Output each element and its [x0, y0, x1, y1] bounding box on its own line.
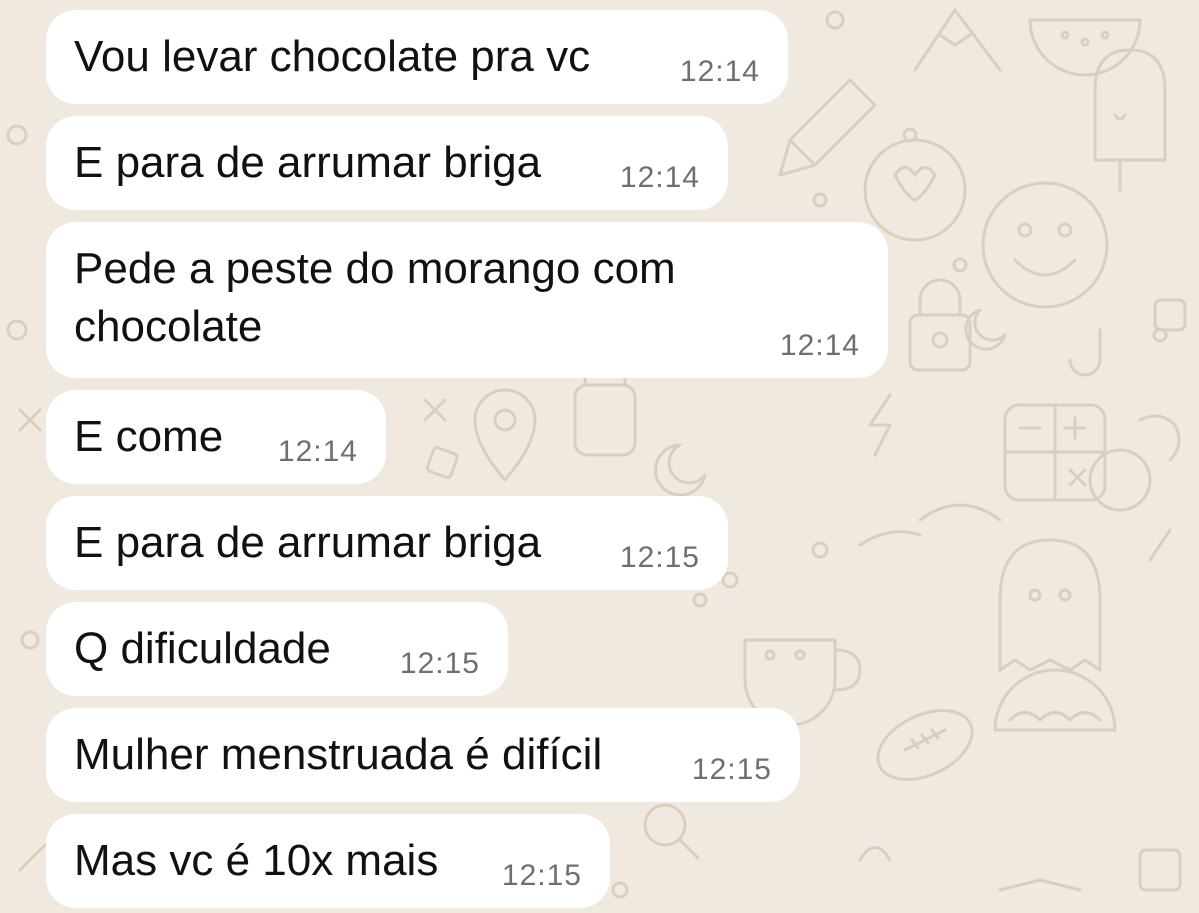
message-bubble[interactable]: E para de arrumar briga 12:14 — [46, 116, 728, 210]
message-bubble[interactable]: Mas vc é 10x mais 12:15 — [46, 814, 610, 908]
message-bubble[interactable]: E para de arrumar briga 12:15 — [46, 496, 728, 590]
message-bubble[interactable]: Pede a peste do morango com chocolate 12… — [46, 222, 888, 378]
message-bubble[interactable]: Mulher menstruada é difícil 12:15 — [46, 708, 800, 802]
message-text: Mulher menstruada é difícil — [74, 730, 603, 779]
message-text: Pede a peste do morango com chocolate — [74, 244, 676, 351]
message-time: 12:15 — [691, 753, 772, 786]
message-time: 12:15 — [619, 541, 700, 574]
message-time: 12:15 — [399, 647, 480, 680]
message-bubble[interactable]: E come 12:14 — [46, 390, 386, 484]
message-time: 12:14 — [779, 329, 860, 362]
message-time: 12:15 — [501, 859, 582, 892]
message-time: 12:14 — [619, 161, 700, 194]
message-bubble[interactable]: Vou levar chocolate pra vc 12:14 — [46, 10, 788, 104]
message-time: 12:14 — [679, 55, 760, 88]
message-text: Vou levar chocolate pra vc — [74, 32, 591, 81]
message-bubble[interactable]: Q dificuldade 12:15 — [46, 602, 508, 696]
message-text: E para de arrumar briga — [74, 138, 542, 187]
message-time: 12:14 — [277, 435, 358, 468]
message-text: E para de arrumar briga — [74, 518, 542, 567]
chat-message-list[interactable]: Vou levar chocolate pra vc 12:14 E para … — [0, 0, 1199, 913]
